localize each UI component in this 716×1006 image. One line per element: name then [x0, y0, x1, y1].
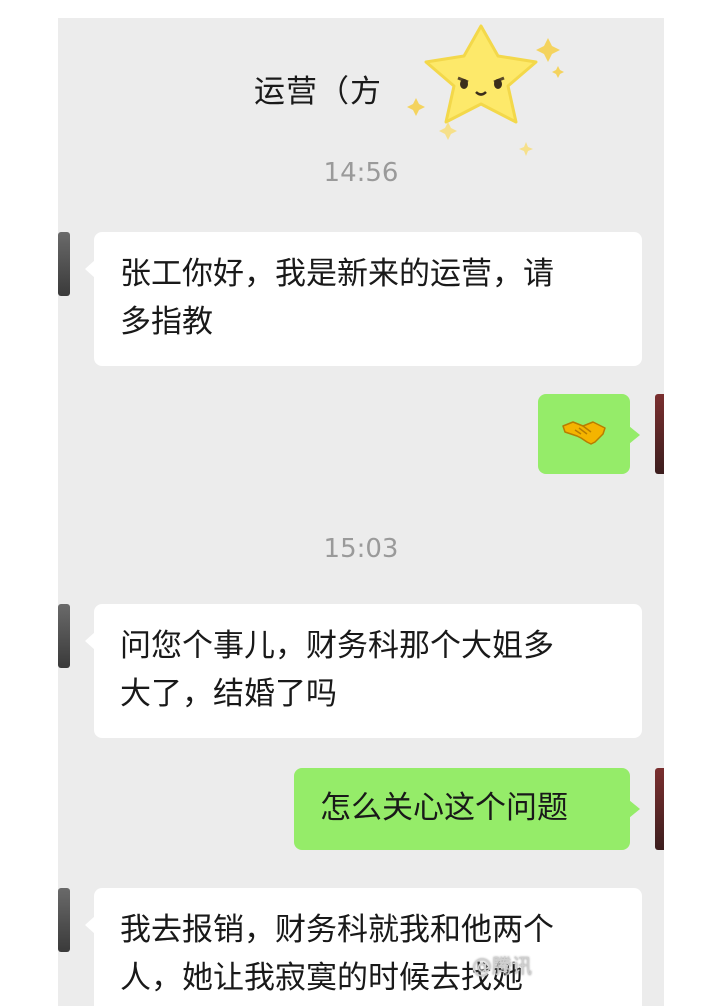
- chat-title[interactable]: 运营（方: [254, 66, 382, 111]
- chat-header: 运营（方: [58, 18, 664, 156]
- star-sticker-icon: [407, 24, 564, 156]
- message-text: 张工你好，我是新来的运营，请 多指教: [120, 256, 554, 340]
- message-bubble-received[interactable]: 问您个事儿，财务科那个大姐多 大了，结婚了吗: [85, 604, 642, 738]
- contact-avatar[interactable]: [58, 888, 70, 952]
- message-bubble-sent[interactable]: 怎么关心这个问题: [294, 768, 640, 850]
- contact-avatar[interactable]: [58, 604, 70, 668]
- message-text: 问您个事儿，财务科那个大姐多 大了，结婚了吗: [120, 628, 554, 712]
- my-avatar[interactable]: [655, 394, 664, 474]
- my-avatar[interactable]: [655, 768, 664, 850]
- watermark-label: @腾讯: [472, 954, 532, 978]
- message-bubble-received[interactable]: 我去报销，财务科就我和他两个 人，她让我寂寞的时候去找她: [85, 888, 642, 1006]
- handshake-emoji-icon: [562, 421, 606, 445]
- message-bubble-sent[interactable]: [538, 394, 640, 474]
- contact-avatar[interactable]: [58, 232, 70, 296]
- chat-screen: 运营（方 14:56 张工你好，我是新来的运营，请 多指教 15:03 问您个事…: [58, 18, 664, 1006]
- message-bubble-received[interactable]: 张工你好，我是新来的运营，请 多指教: [85, 232, 642, 366]
- message-text: 我去报销，财务科就我和他两个 人，她让我寂寞的时候去找她: [120, 912, 554, 996]
- timestamp: 14:56: [323, 158, 399, 188]
- message-text: 怎么关心这个问题: [320, 790, 568, 826]
- timestamp: 15:03: [323, 534, 399, 564]
